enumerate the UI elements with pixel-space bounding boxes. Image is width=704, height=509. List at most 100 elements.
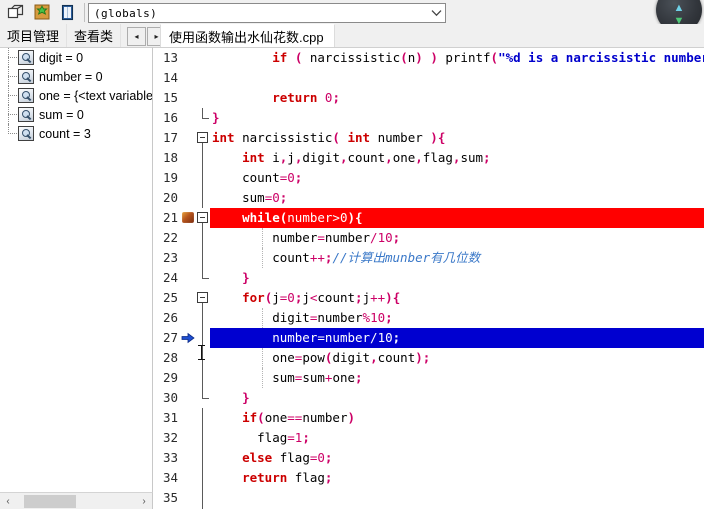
tab-view-classes[interactable]: 查看类 — [67, 24, 122, 47]
code-text[interactable]: count=0; — [210, 168, 704, 188]
code-line[interactable]: 28 one=pow(digit,count); — [153, 348, 704, 368]
code-text[interactable]: flag=1; — [210, 428, 704, 448]
code-text[interactable]: } — [210, 388, 704, 408]
code-line[interactable]: 26 digit=number%10; — [153, 308, 704, 328]
scrollbar-track[interactable] — [16, 494, 136, 509]
fold-box[interactable] — [197, 212, 208, 223]
tree-connector — [8, 133, 17, 135]
gutter-marker-slot[interactable] — [180, 228, 196, 248]
code-text[interactable]: return 0; — [210, 88, 704, 108]
code-text[interactable]: count++;//计算出munber有几位数 — [210, 248, 704, 268]
code-line[interactable]: 32 flag=1; — [153, 428, 704, 448]
code-text[interactable]: sum=sum+one; — [210, 368, 704, 388]
tab-project-manager[interactable]: 项目管理 — [0, 24, 68, 47]
code-text[interactable] — [210, 68, 704, 88]
gutter-marker-slot[interactable] — [180, 368, 196, 388]
code-text[interactable] — [210, 488, 704, 508]
gutter-marker-slot[interactable] — [180, 348, 196, 368]
gutter-marker-slot[interactable] — [180, 468, 196, 488]
fold-collapse-icon[interactable] — [196, 288, 210, 308]
code-line[interactable]: 24 } — [153, 268, 704, 288]
gutter-marker-slot[interactable] — [180, 248, 196, 268]
tab-nav-prev-icon[interactable]: ◂ — [127, 26, 147, 46]
watch-row[interactable]: number = 0 — [0, 67, 152, 86]
code-line[interactable]: 35 — [153, 488, 704, 508]
code-line[interactable]: 19 count=0; — [153, 168, 704, 188]
code-line[interactable]: 25 for(j=0;j<count;j++){ — [153, 288, 704, 308]
code-text[interactable]: if(one==number) — [210, 408, 704, 428]
code-text[interactable]: int i,j,digit,count,one,flag,sum; — [210, 148, 704, 168]
code-editor[interactable]: 13 if ( narcissistic(n) ) printf("%d is … — [153, 47, 704, 509]
code-line[interactable]: 27 number=number/10; — [153, 328, 704, 348]
code-line[interactable]: 23 count++;//计算出munber有几位数 — [153, 248, 704, 268]
code-text[interactable]: while(number>0){ — [210, 208, 704, 228]
code-text[interactable]: one=pow(digit,count); — [210, 348, 704, 368]
code-text[interactable]: int narcissistic( int number ){ — [210, 128, 704, 148]
code-line[interactable]: 33 else flag=0; — [153, 448, 704, 468]
code-text[interactable]: else flag=0; — [210, 448, 704, 468]
gutter-marker-slot[interactable] — [180, 48, 196, 68]
code-text[interactable]: } — [210, 108, 704, 128]
code-line[interactable]: 31 if(one==number) — [153, 408, 704, 428]
editor-tab-active[interactable]: 使用函数输出水仙花数.cpp — [160, 24, 335, 48]
current-line-arrow-icon[interactable] — [180, 328, 196, 348]
code-text[interactable]: for(j=0;j<count;j++){ — [210, 288, 704, 308]
gutter-marker-slot[interactable] — [180, 288, 196, 308]
watch-row[interactable]: one = {<text variable — [0, 86, 152, 105]
fold-collapse-icon[interactable] — [196, 128, 210, 148]
code-line[interactable]: 21 while(number>0){ — [153, 208, 704, 228]
scroll-right-icon[interactable]: › — [136, 494, 152, 509]
fold-box[interactable] — [197, 132, 208, 143]
watch-row[interactable]: sum = 0 — [0, 105, 152, 124]
code-line[interactable]: 17 int narcissistic( int number ){ — [153, 128, 704, 148]
watch-panel[interactable]: digit = 0 number = 0 one = {<text variable… — [0, 47, 153, 493]
watch-panel-hscrollbar[interactable]: ‹ › — [0, 492, 153, 509]
gutter-marker-slot[interactable] — [180, 448, 196, 468]
gutter-marker-slot[interactable] — [180, 188, 196, 208]
fold-collapse-icon[interactable] — [196, 208, 210, 228]
code-line[interactable]: 15 return 0; — [153, 88, 704, 108]
gutter-marker-slot[interactable] — [180, 148, 196, 168]
scroll-left-icon[interactable]: ‹ — [0, 494, 16, 509]
gutter-marker-slot[interactable] — [180, 428, 196, 448]
code-line[interactable]: 22 number=number/10; — [153, 228, 704, 248]
code-line[interactable]: 13 if ( narcissistic(n) ) printf("%d is … — [153, 48, 704, 68]
code-line[interactable]: 20 sum=0; — [153, 188, 704, 208]
code-text[interactable]: } — [210, 268, 704, 288]
breakpoint-dot — [182, 212, 194, 223]
scope-combobox[interactable]: (globals) — [88, 3, 446, 23]
scrollbar-thumb[interactable] — [24, 495, 76, 508]
gutter-marker-slot[interactable] — [180, 408, 196, 428]
code-line[interactable]: 18 int i,j,digit,count,one,flag,sum; — [153, 148, 704, 168]
code-text[interactable]: number=number/10; — [210, 328, 704, 348]
gutter-marker-slot[interactable] — [180, 88, 196, 108]
code-line[interactable]: 30 } — [153, 388, 704, 408]
gutter-marker-slot[interactable] — [180, 168, 196, 188]
code-text[interactable]: digit=number%10; — [210, 308, 704, 328]
gutter-marker-slot[interactable] — [180, 68, 196, 88]
fold-spine — [202, 368, 203, 388]
watch-row[interactable]: digit = 0 — [0, 48, 152, 67]
copy-window-icon[interactable] — [3, 1, 28, 24]
code-line[interactable]: 34 return flag; — [153, 468, 704, 488]
code-text[interactable]: if ( narcissistic(n) ) printf("%d is a n… — [210, 48, 704, 68]
watch-row[interactable]: count = 3 — [0, 124, 152, 143]
book-panel-icon[interactable] — [55, 1, 80, 24]
code-line[interactable]: 29 sum=sum+one; — [153, 368, 704, 388]
chevron-down-icon[interactable] — [428, 5, 445, 21]
gutter-marker-slot[interactable] — [180, 488, 196, 508]
dial-up-arrow-icon[interactable]: ▲ — [674, 2, 685, 14]
code-text[interactable]: number=number/10; — [210, 228, 704, 248]
fold-box[interactable] — [197, 292, 208, 303]
gutter-marker-slot[interactable] — [180, 308, 196, 328]
gutter-marker-slot[interactable] — [180, 268, 196, 288]
code-line[interactable]: 14 — [153, 68, 704, 88]
code-text[interactable]: sum=0; — [210, 188, 704, 208]
gutter-marker-slot[interactable] — [180, 388, 196, 408]
gutter-marker-slot[interactable] — [180, 108, 196, 128]
code-line[interactable]: 16} — [153, 108, 704, 128]
breakpoint-icon[interactable] — [180, 208, 196, 228]
code-text[interactable]: return flag; — [210, 468, 704, 488]
gutter-marker-slot[interactable] — [180, 128, 196, 148]
add-puzzle-icon[interactable] — [29, 1, 54, 24]
